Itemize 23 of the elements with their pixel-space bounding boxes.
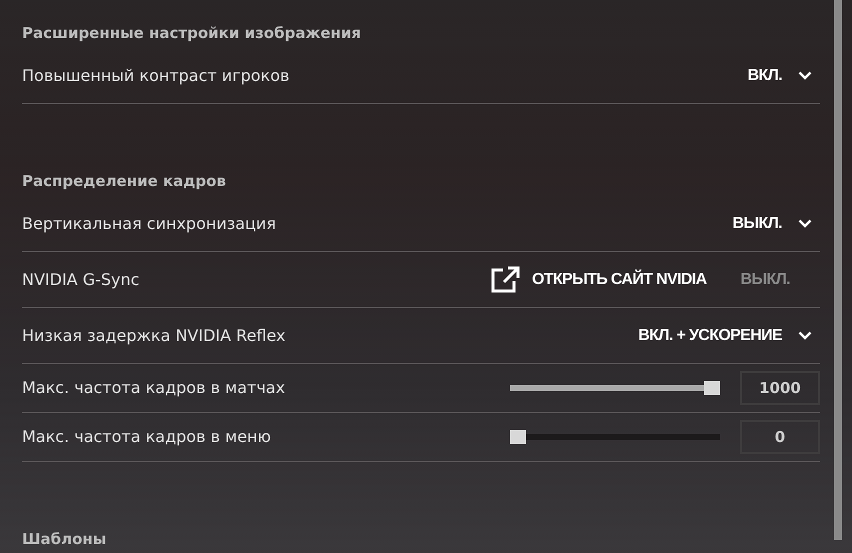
value-dropdown[interactable]: ВЫКЛ. (732, 212, 812, 236)
setting-label: Низкая задержка NVIDIA Reflex (22, 324, 287, 346)
external-link-icon (490, 266, 520, 294)
slider-thumb[interactable] (510, 430, 526, 444)
setting-label: Макс. частота кадров в матчах (22, 377, 286, 399)
setting-label: Вертикальная синхронизация (22, 212, 277, 234)
value-dropdown[interactable]: ВКЛ. + УСКОРЕНИЕ (638, 324, 812, 348)
setting-label: Макс. частота кадров в меню (22, 426, 272, 448)
value-field[interactable]: 0 (740, 420, 820, 454)
scrollbar[interactable] (834, 0, 842, 540)
value-dropdown[interactable]: ВКЛ. (748, 64, 812, 88)
slider[interactable] (510, 381, 720, 395)
section-heading: Шаблоны (22, 529, 108, 550)
section-heading: Распределение кадров (22, 171, 227, 192)
slider-thumb[interactable] (704, 381, 720, 395)
chevron-down-icon (798, 71, 812, 80)
value-field[interactable]: 1000 (740, 371, 820, 405)
setting-label: NVIDIA G-Sync (22, 268, 140, 290)
section-heading: Расширенные настройки изображения (22, 23, 362, 44)
slider[interactable] (510, 430, 720, 444)
chevron-down-icon (798, 219, 812, 228)
setting-label: Повышенный контраст игроков (22, 64, 290, 86)
chevron-down-icon (798, 331, 812, 340)
